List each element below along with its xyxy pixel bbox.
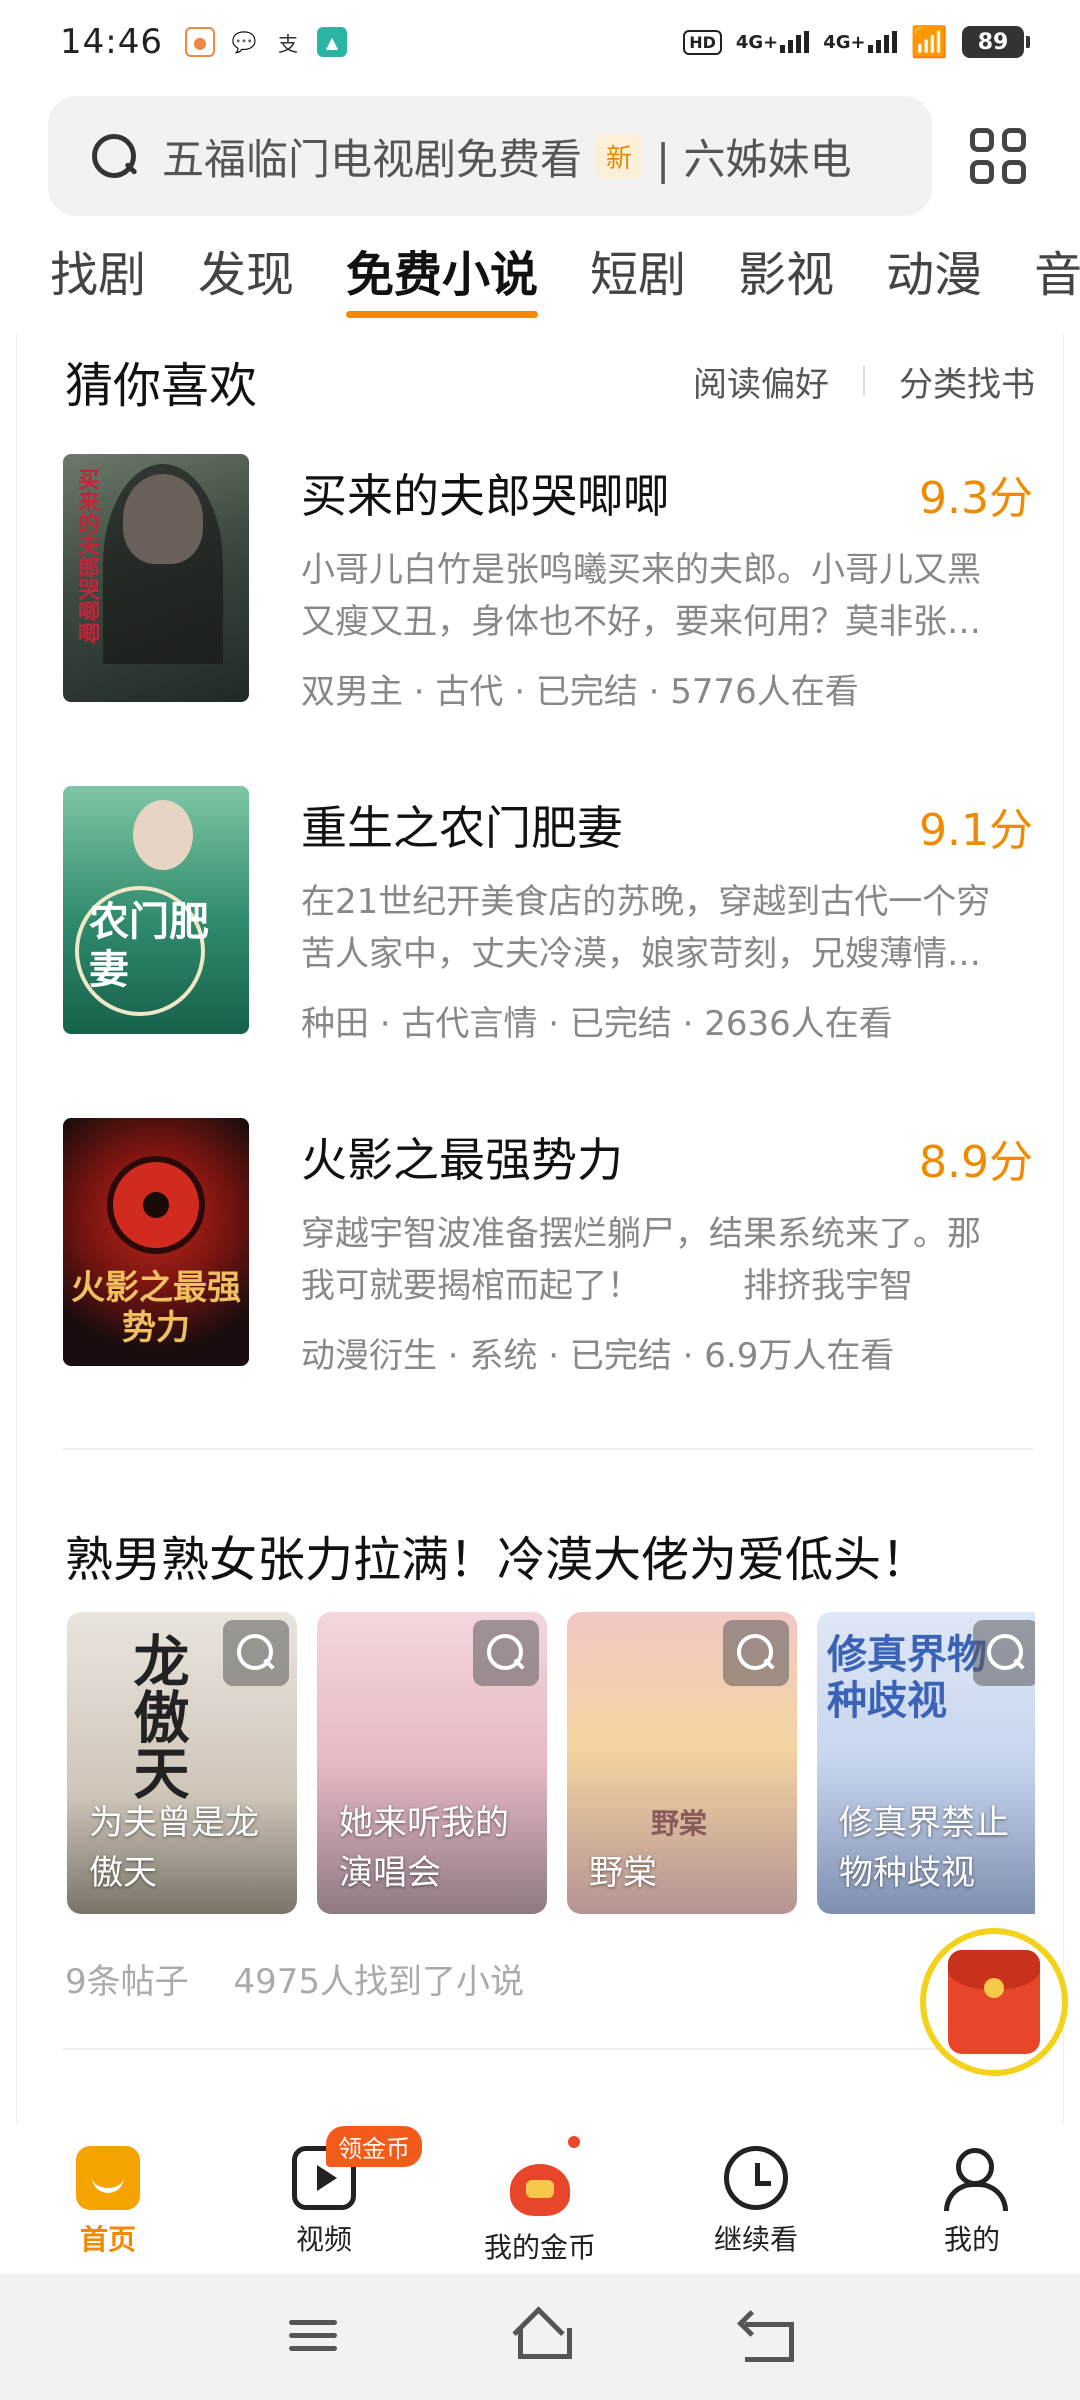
coin-bag-icon — [504, 2146, 576, 2218]
battery-icon: 89 — [962, 26, 1030, 58]
topic-card-title: 野棠 — [589, 1853, 657, 1893]
new-badge: 新 — [596, 133, 643, 179]
status-app-icons: ● 💬 支 ▲ — [184, 27, 347, 57]
book-cover[interactable]: 火影之最强势力 — [63, 1118, 249, 1366]
search-icon[interactable] — [473, 1620, 539, 1686]
cover-title-text: 买来的夫郎哭唧唧 — [74, 468, 99, 644]
book-description: 小哥儿白竹是张鸣曦买来的夫郎。小哥儿又黑又瘦又丑，身体也不好，要来何用？莫非张… — [301, 550, 981, 642]
book-item[interactable]: 买来的夫郎哭唧唧 买来的夫郎哭唧唧 9.3分 小哥儿白竹是张鸣曦买来的夫郎。小哥… — [63, 454, 1033, 712]
nav-video[interactable]: 领金币 视频 — [216, 2124, 432, 2274]
book-title: 买来的夫郎哭唧唧 — [301, 469, 669, 523]
search-icon[interactable] — [723, 1620, 789, 1686]
topic-card-title: 为夫曾是龙傲天 — [89, 1803, 259, 1893]
nav-continue-watching[interactable]: 继续看 — [648, 2124, 864, 2274]
home-icon — [76, 2146, 140, 2210]
section-title: 猜你喜欢 — [65, 358, 258, 414]
feed-content: 猜你喜欢 阅读偏好 分类找书 买来的夫郎哭唧唧 买来的夫郎哭唧唧 9.3分 小哥… — [16, 334, 1064, 2124]
book-meta: 双男主 · 古代 · 已完结 · 5776人在看 — [301, 672, 859, 712]
clock-icon — [724, 2146, 788, 2210]
divider — [63, 2048, 1033, 2050]
reading-preference-link[interactable]: 阅读偏好 — [693, 357, 829, 406]
red-packet-icon — [948, 1950, 1040, 2054]
nav-label: 首页 — [79, 2223, 136, 2256]
topic-book-card[interactable]: 野棠 野棠 — [567, 1612, 797, 1914]
menu-icon[interactable] — [283, 2312, 343, 2362]
topic-card-title: 她来听我的演唱会 — [339, 1803, 509, 1893]
book-description: 在21世纪开美食店的苏晚，穿越到古代一个穷苦人家中，丈夫冷漠，娘家苛刻，兄嫂薄情… — [301, 882, 991, 974]
search-placeholder-next: | 六姊妹电 — [656, 134, 852, 184]
topic-book-card[interactable]: 她来听我的演唱会 — [317, 1612, 547, 1914]
signal-1-icon: 4G+ — [736, 31, 810, 53]
topic-book-card[interactable]: 龙傲天 为夫曾是龙傲天 — [67, 1612, 297, 1914]
red-packet-float-button[interactable] — [920, 1928, 1068, 2076]
category-search-link[interactable]: 分类找书 — [899, 357, 1035, 406]
nav-label: 我的金币 — [483, 2231, 596, 2264]
cover-title-text: 野棠 — [651, 1807, 708, 1840]
search-input[interactable]: 五福临门电视剧免费看 新 | 六姊妹电 — [48, 96, 932, 216]
search-icon — [88, 130, 140, 182]
tab-find-drama[interactable]: 找剧 — [50, 240, 146, 322]
nav-label: 视频 — [295, 2223, 352, 2256]
back-icon[interactable] — [737, 2312, 797, 2362]
book-score: 8.9分 — [919, 1137, 1033, 1188]
cover-title-text: 火影之最强势力 — [71, 1268, 241, 1348]
wifi-icon: 📶 — [910, 24, 948, 60]
status-time: 14:46 — [60, 22, 163, 62]
system-home-icon[interactable] — [510, 2312, 572, 2362]
topic-book-carousel[interactable]: 龙傲天 为夫曾是龙傲天 她来听我的演唱会 野棠 野棠 修真界物种歧视 修真界禁止… — [67, 1612, 1035, 1916]
search-row: 五福临门电视剧免费看 新 | 六姊妹电 — [48, 96, 1032, 216]
book-description: 穿越宇智波准备摆烂躺尸，结果系统来了。那我可就要揭棺而起了！ 排挤我宇智波？… — [301, 1214, 981, 1306]
search-placeholder: 五福临门电视剧免费看 — [162, 134, 583, 184]
post-count: 9条帖子 — [65, 1962, 189, 2002]
user-icon — [940, 2146, 1008, 2211]
nav-home[interactable]: 首页 — [0, 2124, 216, 2274]
found-count: 4975人找到了小说 — [233, 1962, 524, 2002]
alipay-icon: 支 — [277, 31, 298, 56]
status-bar: 14:46 ● 💬 支 ▲ HD 4G+ 4G+ 📶 89 — [0, 0, 1080, 84]
notification-app-icon: ● — [184, 27, 215, 57]
search-icon[interactable] — [973, 1620, 1035, 1686]
tab-discover[interactable]: 发现 — [198, 240, 294, 322]
tab-anime[interactable]: 动漫 — [886, 240, 982, 322]
divider — [63, 1448, 1033, 1450]
coin-reward-badge[interactable]: 领金币 — [326, 2126, 422, 2167]
book-title: 火影之最强势力 — [301, 1133, 623, 1187]
hd-icon: HD — [683, 29, 722, 55]
cover-title-text: 龙傲天 — [124, 1632, 189, 1800]
cover-title-text: 农门肥妻 — [89, 899, 209, 993]
nav-label: 继续看 — [713, 2223, 798, 2256]
app-store-icon: ▲ — [316, 27, 347, 57]
book-item[interactable]: 火影之最强势力 火影之最强势力 8.9分 穿越宇智波准备摆烂躺尸，结果系统来了。… — [63, 1118, 1033, 1376]
cover-title-text: 修真界物种歧视 — [827, 1632, 987, 1724]
divider — [863, 366, 865, 396]
book-title: 重生之农门肥妻 — [301, 801, 623, 855]
book-meta: 种田 · 古代言情 · 已完结 · 2636人在看 — [301, 1004, 893, 1044]
top-tabs: 找剧 发现 免费小说 短剧 影视 动漫 音乐 — [50, 240, 1080, 330]
topic-card-title: 修真界禁止物种歧视 — [839, 1803, 1009, 1893]
topic-title[interactable]: 熟男熟女张力拉满！冷漠大佬为爱低头！ — [65, 1520, 929, 1590]
topic-stats: 9条帖子 4975人找到了小说 — [65, 1954, 558, 2003]
nav-my-coins[interactable]: 我的金币 — [432, 2124, 648, 2274]
tab-music[interactable]: 音乐 — [1034, 240, 1080, 322]
book-item[interactable]: 农门肥妻 重生之农门肥妻 9.1分 在21世纪开美食店的苏晚，穿越到古代一个穷苦… — [63, 786, 1033, 1044]
search-icon[interactable] — [223, 1620, 289, 1686]
notification-dot — [568, 2136, 580, 2148]
grid-menu-icon[interactable] — [970, 128, 1026, 184]
book-cover[interactable]: 农门肥妻 — [63, 786, 249, 1034]
topic-book-card[interactable]: 修真界物种歧视 修真界禁止物种歧视 — [817, 1612, 1035, 1914]
book-score: 9.1分 — [919, 805, 1033, 856]
tab-free-novel[interactable]: 免费小说 — [346, 240, 539, 322]
tab-film-tv[interactable]: 影视 — [738, 240, 834, 322]
system-nav-bar — [0, 2274, 1080, 2400]
tab-short-drama[interactable]: 短剧 — [590, 240, 686, 322]
nav-profile[interactable]: 我的 — [864, 2124, 1080, 2274]
book-score: 9.3分 — [919, 473, 1033, 524]
message-icon: 💬 — [231, 30, 257, 54]
bottom-nav: 首页 领金币 视频 我的金币 继续看 我的 — [0, 2124, 1080, 2274]
signal-2-icon: 4G+ — [823, 31, 897, 53]
book-meta: 动漫衍生 · 系统 · 已完结 · 6.9万人在看 — [301, 1336, 895, 1376]
book-cover[interactable]: 买来的夫郎哭唧唧 — [63, 454, 249, 702]
nav-label: 我的 — [943, 2223, 1000, 2256]
recommend-header: 猜你喜欢 阅读偏好 分类找书 — [65, 346, 1035, 416]
